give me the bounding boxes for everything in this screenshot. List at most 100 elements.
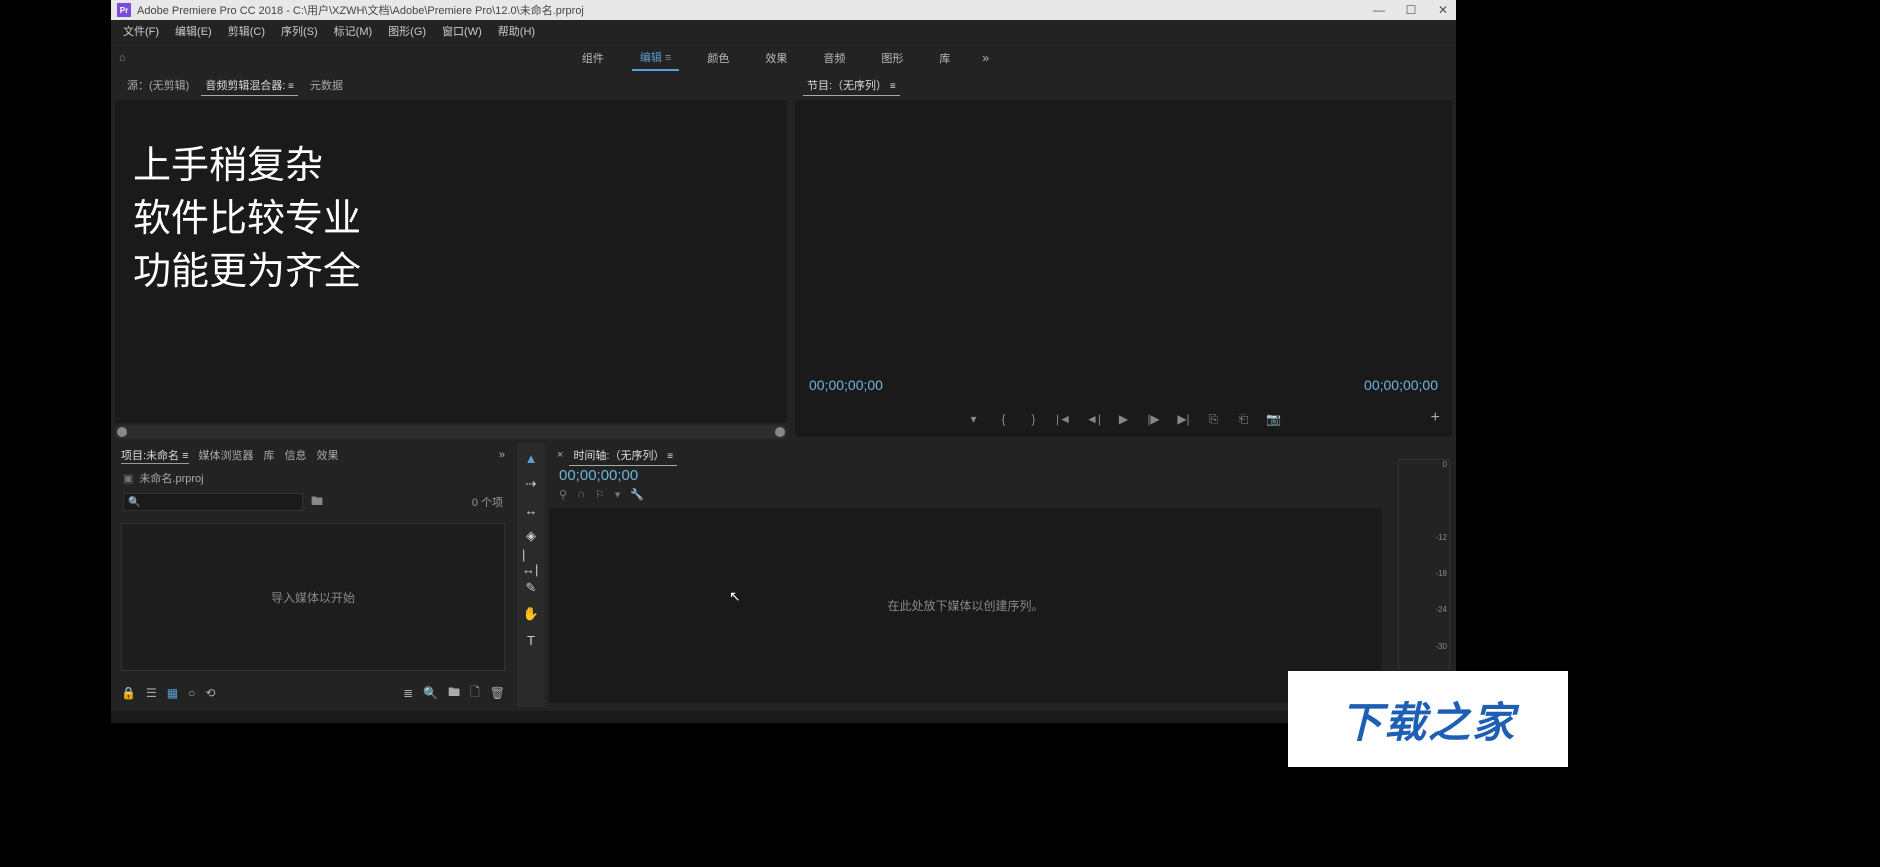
- find-icon[interactable]: 🔍: [423, 686, 438, 700]
- program-transport: ▾ { } |◄ ◄| ▶ |▶ ▶| ⎘ ⎗ 📷: [795, 411, 1452, 427]
- workspace-bar: ⌂ 组件 编辑 颜色 效果 音频 图形 库 »: [111, 42, 1456, 72]
- tab-audio-mixer[interactable]: 音频剪辑混合器:: [201, 75, 298, 96]
- workspace-assembly[interactable]: 组件: [574, 46, 612, 70]
- tab-source-noclip[interactable]: 源：(无剪辑): [123, 75, 193, 95]
- tab-effects[interactable]: 效果: [317, 447, 339, 463]
- source-panel: 源：(无剪辑) 音频剪辑混合器: 元数据 上手稍复杂 软件比较专业 功能更为齐全: [113, 72, 789, 439]
- tab-project[interactable]: 项目:未命名: [121, 447, 189, 464]
- step-back-many-icon[interactable]: |◄: [1056, 411, 1072, 427]
- tab-timeline[interactable]: 时间轴:（无序列）: [569, 445, 677, 466]
- meter-tick: -18: [1435, 569, 1447, 578]
- go-in-icon[interactable]: {: [996, 411, 1012, 427]
- close-button[interactable]: ✕: [1436, 3, 1450, 17]
- step-fwd-many-icon[interactable]: ▶|: [1176, 411, 1192, 427]
- workspace-libraries[interactable]: 库: [931, 46, 958, 70]
- freeform-icon[interactable]: ○: [188, 686, 195, 700]
- project-search-row: 🔍 🖿 0 个项: [113, 489, 513, 515]
- ripple-edit-tool-icon[interactable]: ↔: [522, 501, 540, 519]
- tab-library[interactable]: 库: [264, 447, 275, 463]
- lift-icon[interactable]: ⎘: [1206, 411, 1222, 427]
- step-back-icon[interactable]: ◄|: [1086, 411, 1102, 427]
- maximize-button[interactable]: ☐: [1404, 3, 1418, 17]
- tab-metadata[interactable]: 元数据: [306, 75, 347, 95]
- new-folder-icon[interactable]: 🖿: [448, 683, 460, 704]
- menu-edit[interactable]: 编辑(E): [169, 21, 218, 41]
- timeline-close-icon[interactable]: ×: [557, 449, 563, 461]
- cursor-icon: ↖: [729, 588, 741, 605]
- workspace-more[interactable]: »: [978, 47, 993, 69]
- button-editor-icon[interactable]: +: [1431, 409, 1440, 427]
- meter-tick: 0: [1443, 460, 1447, 469]
- tab-program[interactable]: 节目:（无序列）: [803, 75, 900, 96]
- window-controls: — ☐ ✕: [1372, 3, 1450, 17]
- folder-icon: ▣: [123, 472, 133, 485]
- zoom-slider[interactable]: ⟲: [205, 686, 215, 700]
- home-icon[interactable]: ⌂: [119, 52, 126, 64]
- linked-selection-icon[interactable]: ∩: [577, 488, 585, 500]
- timeline-settings-icon[interactable]: ▾: [615, 488, 621, 501]
- track-select-tool-icon[interactable]: ⇢: [522, 475, 540, 493]
- meter-scale: 0 -12 -18 -24 -30 -36: [1398, 459, 1450, 703]
- wrench-icon[interactable]: 🔧: [630, 488, 644, 501]
- menu-file[interactable]: 文件(F): [117, 21, 165, 41]
- play-icon[interactable]: ▶: [1116, 411, 1132, 427]
- window-title: Adobe Premiere Pro CC 2018 - C:\用户\XZWH\…: [137, 2, 1372, 18]
- automate-icon[interactable]: ≣: [403, 686, 413, 700]
- source-tabs: 源：(无剪辑) 音频剪辑混合器: 元数据: [113, 72, 789, 98]
- mark-in-icon[interactable]: ▾: [966, 411, 982, 427]
- minimize-button[interactable]: —: [1372, 3, 1386, 17]
- menu-help[interactable]: 帮助(H): [492, 21, 541, 41]
- trash-icon[interactable]: 🗑: [490, 686, 505, 700]
- meter-tick: -12: [1435, 533, 1447, 542]
- workspace-graphics[interactable]: 图形: [873, 46, 911, 70]
- meter-tick: -24: [1435, 605, 1447, 614]
- step-fwd-icon[interactable]: |▶: [1146, 411, 1162, 427]
- project-panel: 项目:未命名 媒体浏览器 库 信息 效果 » ▣ 未命名.prproj 🔍 🖿 …: [113, 443, 513, 707]
- menubar: 文件(F) 编辑(E) 剪辑(C) 序列(S) 标记(M) 图形(G) 窗口(W…: [111, 20, 1456, 42]
- project-drop-zone[interactable]: 导入媒体以开始: [121, 523, 505, 671]
- panels-bottom: 项目:未命名 媒体浏览器 库 信息 效果 » ▣ 未命名.prproj 🔍 🖿 …: [111, 439, 1456, 711]
- menu-graphics[interactable]: 图形(G): [382, 21, 432, 41]
- watermark-logo: 下载之家: [1288, 671, 1568, 767]
- hand-tool-icon[interactable]: ✋: [522, 605, 540, 623]
- project-footer: 🔒 ☰ ▦ ○ ⟲ ≣ 🔍 🖿 🗋 🗑: [113, 679, 513, 707]
- snap-icon[interactable]: ⚲: [559, 488, 567, 501]
- new-item-icon[interactable]: 🗋: [470, 683, 480, 704]
- overlay-line-3: 功能更为齐全: [133, 246, 361, 299]
- source-monitor[interactable]: 上手稍复杂 软件比较专业 功能更为齐全: [115, 100, 787, 423]
- status-bar: [111, 711, 1456, 723]
- selection-tool-icon[interactable]: ▲: [522, 449, 540, 467]
- project-tabs-more[interactable]: »: [499, 449, 505, 461]
- menu-window[interactable]: 窗口(W): [436, 21, 488, 41]
- menu-sequence[interactable]: 序列(S): [275, 21, 324, 41]
- timeline-drop-zone[interactable]: 在此处放下媒体以创建序列。 ↖: [549, 508, 1382, 703]
- slip-tool-icon[interactable]: |↔|: [522, 553, 540, 571]
- overlay-line-1: 上手稍复杂: [133, 140, 361, 193]
- new-bin-icon[interactable]: 🖿: [311, 492, 323, 513]
- type-tool-icon[interactable]: T: [522, 631, 540, 649]
- export-frame-icon[interactable]: 📷: [1266, 411, 1282, 427]
- project-search-input[interactable]: 🔍: [123, 493, 303, 511]
- workspace-audio[interactable]: 音频: [815, 46, 853, 70]
- tab-media-browser[interactable]: 媒体浏览器: [199, 447, 254, 463]
- go-out-icon[interactable]: }: [1026, 411, 1042, 427]
- app-window: Pr Adobe Premiere Pro CC 2018 - C:\用户\XZ…: [111, 0, 1456, 723]
- menu-marker[interactable]: 标记(M): [328, 21, 379, 41]
- icon-view-icon[interactable]: ▦: [167, 686, 178, 700]
- menu-clip[interactable]: 剪辑(C): [222, 21, 271, 41]
- lock-icon[interactable]: 🔒: [121, 686, 136, 700]
- tab-info[interactable]: 信息: [285, 447, 307, 463]
- add-marker-icon[interactable]: ⚐: [595, 488, 605, 501]
- workspace-editing[interactable]: 编辑: [632, 45, 679, 71]
- source-scrollbar[interactable]: [115, 425, 787, 439]
- workspace-effects[interactable]: 效果: [757, 46, 795, 70]
- pen-tool-icon[interactable]: ✎: [522, 579, 540, 597]
- program-monitor[interactable]: 00;00;00;00 00;00;00;00 ▾ { } |◄ ◄| ▶ |▶…: [795, 100, 1452, 437]
- list-view-icon[interactable]: ☰: [146, 686, 157, 700]
- timeline-timecode[interactable]: 00;00;00;00: [549, 467, 1390, 484]
- workspace-color[interactable]: 颜色: [699, 46, 737, 70]
- audio-meters: 0 -12 -18 -24 -30 -36: [1394, 443, 1454, 707]
- rate-stretch-tool-icon[interactable]: ◈: [522, 527, 540, 545]
- project-filename: 未命名.prproj: [139, 470, 203, 486]
- extract-icon[interactable]: ⎗: [1236, 411, 1252, 427]
